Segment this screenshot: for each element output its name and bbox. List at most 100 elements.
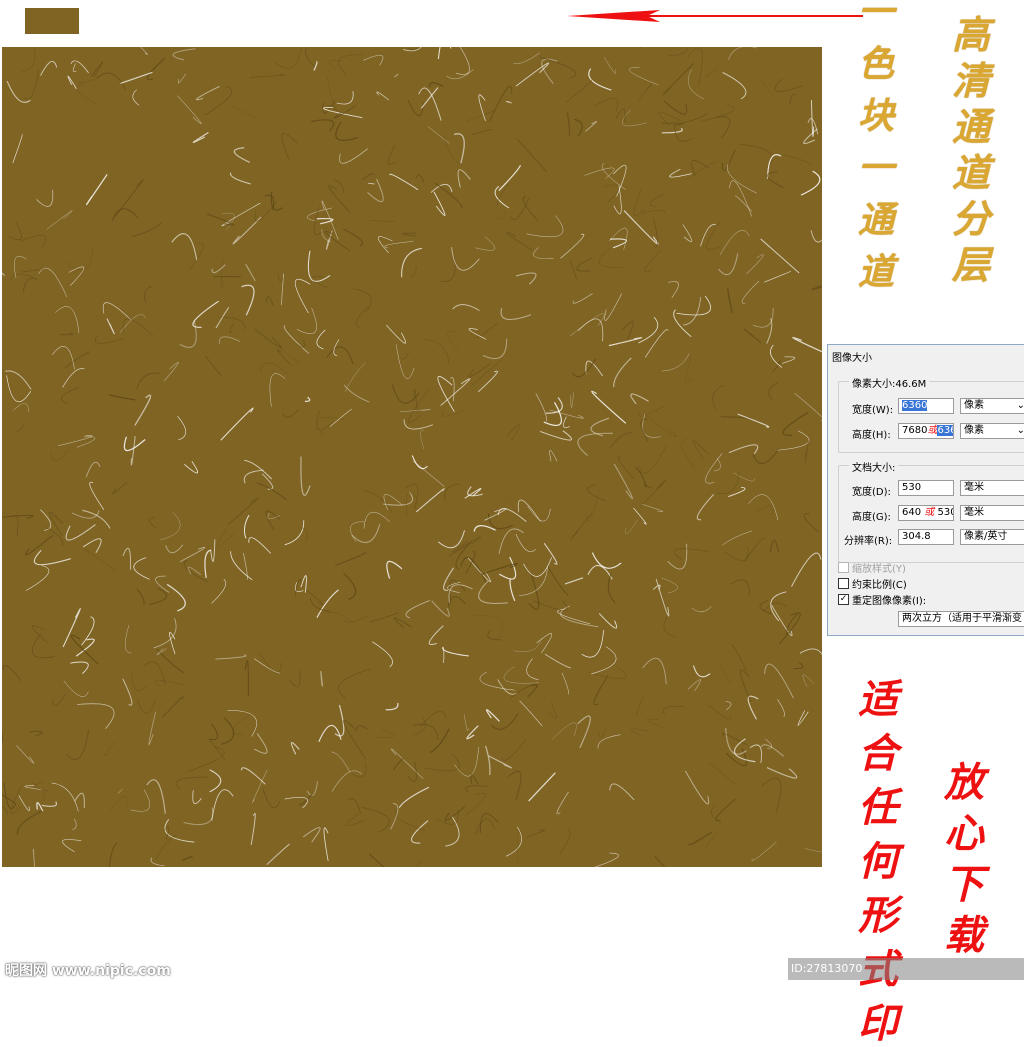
fiber-strand: [85, 549, 116, 571]
fiber-strand: [77, 84, 96, 104]
fiber-strand: [370, 854, 394, 867]
fiber-strand: [64, 681, 89, 697]
fiber-strand: [456, 47, 470, 74]
fiber-strand: [76, 639, 94, 656]
fiber-strand: [109, 395, 136, 400]
fiber-strand: [188, 747, 224, 772]
fiber-strand: [87, 174, 108, 204]
pixel-height-label: 高度(H):: [852, 426, 891, 441]
fiber-strand: [764, 271, 791, 282]
fiber-strand: [443, 647, 469, 656]
chevron-down-icon: ⌄: [1017, 424, 1024, 438]
fiber-strand: [716, 471, 739, 493]
selected-value: 6360: [902, 400, 927, 411]
pixel-height-unit-select[interactable]: 像素⌄: [960, 423, 1024, 439]
annotation-char: 块: [858, 98, 894, 134]
fiber-strand: [423, 339, 449, 364]
fiber-strand: [604, 57, 616, 73]
fiber-strand: [137, 373, 161, 388]
fiber-strand: [506, 102, 511, 103]
fiber-strand: [725, 547, 748, 561]
fiber-strand: [29, 731, 42, 736]
doc-height-unit-select[interactable]: 毫米: [960, 505, 1024, 521]
fiber-strand: [133, 90, 139, 105]
annotation-char: 道: [858, 254, 894, 290]
annotation-char: 一: [858, 150, 894, 186]
doc-width-input[interactable]: 530: [898, 480, 954, 496]
fiber-strand: [629, 67, 658, 85]
doc-height-input[interactable]: 640 或 530: [898, 505, 954, 521]
fiber-strand: [3, 665, 21, 681]
fiber-strand: [800, 649, 822, 679]
fiber-strand: [391, 804, 398, 830]
resolution-unit-select[interactable]: 像素/英寸: [960, 529, 1024, 545]
fiber-strand: [227, 710, 256, 736]
fiber-strand: [570, 261, 577, 279]
fiber-strand: [149, 712, 156, 745]
fiber-strand: [52, 346, 74, 369]
site-watermark: 昵图网 www.nipic.com: [5, 960, 171, 980]
fiber-strand: [399, 787, 429, 807]
unit-label: 毫米: [964, 507, 984, 518]
fiber-strand: [301, 576, 306, 593]
fiber-strand: [770, 540, 778, 552]
fiber-strand: [22, 267, 44, 272]
resample-checkbox[interactable]: ✓重定图像像素(I):: [838, 592, 926, 607]
fiber-strand: [246, 264, 256, 281]
fiber-strand: [113, 482, 128, 493]
fiber-strand: [86, 462, 100, 477]
fiber-strand: [588, 485, 606, 501]
method-label: 两次立方（适用于平滑渐变: [902, 613, 1022, 624]
fiber-strand: [647, 719, 664, 728]
fiber-strand: [511, 197, 529, 219]
fiber-strand: [334, 180, 344, 193]
fiber-strand: [32, 634, 55, 658]
pixel-width-unit-select[interactable]: 像素⌄: [960, 398, 1024, 414]
fiber-strand: [438, 47, 451, 59]
fiber-strand: [69, 267, 84, 286]
constrain-proportions-checkbox[interactable]: 约束比例(C): [838, 576, 907, 591]
fiber-strand: [585, 853, 618, 867]
fiber-strand: [594, 676, 608, 705]
annotation-char: 形: [858, 896, 898, 936]
fiber-strand: [244, 515, 249, 538]
fiber-strand: [728, 47, 757, 60]
fiber-strand: [11, 787, 21, 814]
fiber-strand: [795, 393, 822, 421]
resample-method-select[interactable]: 两次立方（适用于平滑渐变: [898, 611, 1024, 627]
fiber-strand: [137, 589, 144, 605]
fiber-strand: [729, 445, 758, 454]
fiber-strand: [650, 194, 664, 206]
fiber-strand: [37, 803, 43, 812]
resolution-input[interactable]: 304.8: [898, 529, 954, 545]
fiber-strand: [728, 487, 745, 496]
fiber-strand: [193, 301, 219, 327]
fiber-strand: [783, 412, 808, 435]
fiber-strand: [588, 566, 612, 580]
fiber-strand: [295, 579, 301, 597]
fiber-strand: [764, 603, 786, 610]
fiber-strand: [33, 849, 35, 867]
fiber-strand: [450, 378, 454, 402]
fiber-strand: [343, 229, 362, 246]
fiber-strand: [563, 417, 569, 428]
fiber-strand: [542, 59, 558, 83]
fiber-strand: [72, 819, 76, 830]
fiber-strand: [430, 729, 449, 753]
fiber-strand: [477, 323, 498, 338]
fiber-strand: [330, 409, 352, 426]
fiber-strand: [215, 655, 246, 659]
fiber-strand: [585, 121, 596, 131]
fiber-strand: [267, 844, 290, 865]
image-size-dialog: 图像大小 像素大小:46.6M 宽度(W): 6360 像素⌄ 高度(H): 7…: [827, 344, 1024, 636]
scale-styles-checkbox[interactable]: 缩放样式(Y): [838, 560, 906, 575]
pixel-width-input[interactable]: 6360: [898, 398, 954, 414]
doc-width-unit-select[interactable]: 毫米: [960, 480, 1024, 496]
fiber-strand: [566, 79, 592, 102]
fiber-strand: [2, 731, 3, 743]
annotation-char: 道: [952, 154, 990, 192]
fiber-strand: [7, 375, 31, 402]
pixel-height-input[interactable]: 7680或6360: [898, 423, 954, 439]
annotation-char: 下: [944, 865, 984, 905]
fiber-strand: [393, 385, 420, 404]
